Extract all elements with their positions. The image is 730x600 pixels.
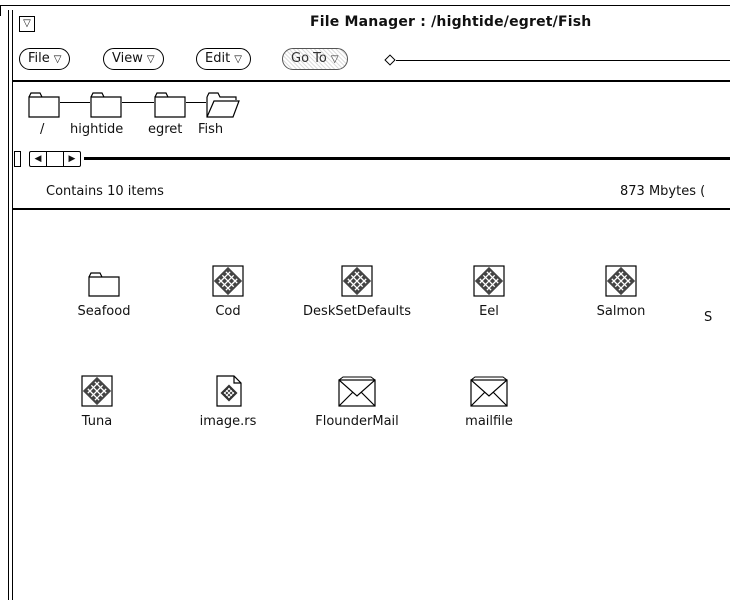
file-name-label: Tuna (81, 414, 113, 429)
scroll-right-arrow-icon[interactable]: ▶ (64, 152, 80, 166)
file-name-label: FlounderMail (315, 414, 399, 429)
path-connector (60, 102, 90, 103)
folder-icon (88, 272, 120, 297)
goto-menu-arrow-icon: ▽ (330, 54, 339, 65)
path-segment-egret[interactable]: egret (148, 122, 182, 137)
sun-file-icon (605, 265, 637, 297)
folder-icon[interactable] (154, 90, 186, 118)
window-top-border (8, 5, 730, 6)
file-name-label: Seafood (77, 304, 131, 319)
file-name-label: S (704, 310, 713, 325)
file-item[interactable]: S (704, 264, 730, 325)
window-title: File Manager : /hightide/egret/Fish (310, 14, 592, 30)
edit-menu-arrow-icon: ▽ (234, 54, 242, 65)
file-name-label: Cod (215, 304, 241, 319)
file-manager-window: ▽ File Manager : /hightide/egret/Fish Fi… (0, 0, 730, 600)
file-menu-label: File (28, 51, 50, 66)
scrollbar-track[interactable] (84, 157, 730, 160)
file-item[interactable]: Tuna (37, 374, 157, 429)
file-item[interactable]: FlounderMail (297, 374, 417, 429)
edit-menu-label: Edit (205, 51, 231, 66)
file-item[interactable]: image.rs (168, 374, 288, 429)
file-menu-button[interactable]: File ▽ (19, 48, 71, 70)
path-connector (186, 102, 206, 103)
goto-field-caret-icon (384, 54, 396, 66)
mail-icon (470, 376, 508, 407)
goto-path-field[interactable] (396, 60, 730, 61)
path-segment-hightide[interactable]: hightide (70, 122, 123, 137)
file-menu-arrow-icon: ▽ (53, 54, 62, 65)
file-name-label: Eel (479, 304, 499, 319)
file-item[interactable]: Eel (429, 264, 549, 319)
file-name-label: mailfile (465, 414, 513, 429)
status-row: Contains 10 items 873 Mbytes ( (12, 178, 730, 210)
file-item[interactable]: DeskSetDefaults (297, 264, 417, 319)
file-name-label: Salmon (596, 304, 646, 319)
file-item[interactable]: Seafood (44, 264, 164, 319)
path-segment-root[interactable]: / (40, 122, 44, 137)
path-scrollbar[interactable]: ◀ ▶ (12, 151, 730, 167)
edit-menu-button[interactable]: Edit ▽ (196, 48, 251, 70)
item-count-text: Contains 10 items (46, 184, 164, 199)
scrollbar-elevator[interactable]: ◀ ▶ (29, 151, 81, 167)
file-item[interactable]: mailfile (429, 374, 549, 429)
file-name-label: DeskSetDefaults (303, 304, 411, 319)
view-menu-button[interactable]: View ▽ (103, 48, 164, 70)
file-item[interactable]: Cod (168, 264, 288, 319)
folder-icon[interactable] (90, 90, 122, 118)
scroll-drag-area[interactable] (47, 152, 64, 166)
file-name-label: image.rs (199, 414, 257, 429)
path-pane: / hightide egret Fish (12, 80, 730, 148)
file-item[interactable]: Salmon (561, 264, 681, 319)
view-menu-arrow-icon: ▽ (146, 54, 155, 65)
sun-file-icon (473, 265, 505, 297)
sun-file-icon (212, 265, 244, 297)
menu-bar: File ▽ View ▽ Edit ▽ Go To ▽ (12, 48, 730, 72)
window-menu-button[interactable]: ▽ (19, 16, 35, 32)
goto-menu-label: Go To (291, 51, 327, 66)
path-connector (122, 102, 154, 103)
title-bar: ▽ File Manager : /hightide/egret/Fish (12, 12, 730, 34)
sun-file-icon (341, 265, 373, 297)
image-file-icon (216, 375, 242, 407)
sun-file-icon (81, 375, 113, 407)
mail-icon (338, 376, 376, 407)
scrollbar-cable-anchor (14, 151, 21, 167)
folder-icon[interactable] (28, 90, 60, 118)
view-menu-label: View (112, 51, 143, 66)
scroll-left-arrow-icon[interactable]: ◀ (30, 152, 47, 166)
open-folder-icon[interactable] (206, 90, 240, 118)
goto-menu-button[interactable]: Go To ▽ (282, 48, 348, 70)
path-segment-fish[interactable]: Fish (198, 122, 223, 137)
disk-space-text: 873 Mbytes ( (620, 184, 706, 199)
